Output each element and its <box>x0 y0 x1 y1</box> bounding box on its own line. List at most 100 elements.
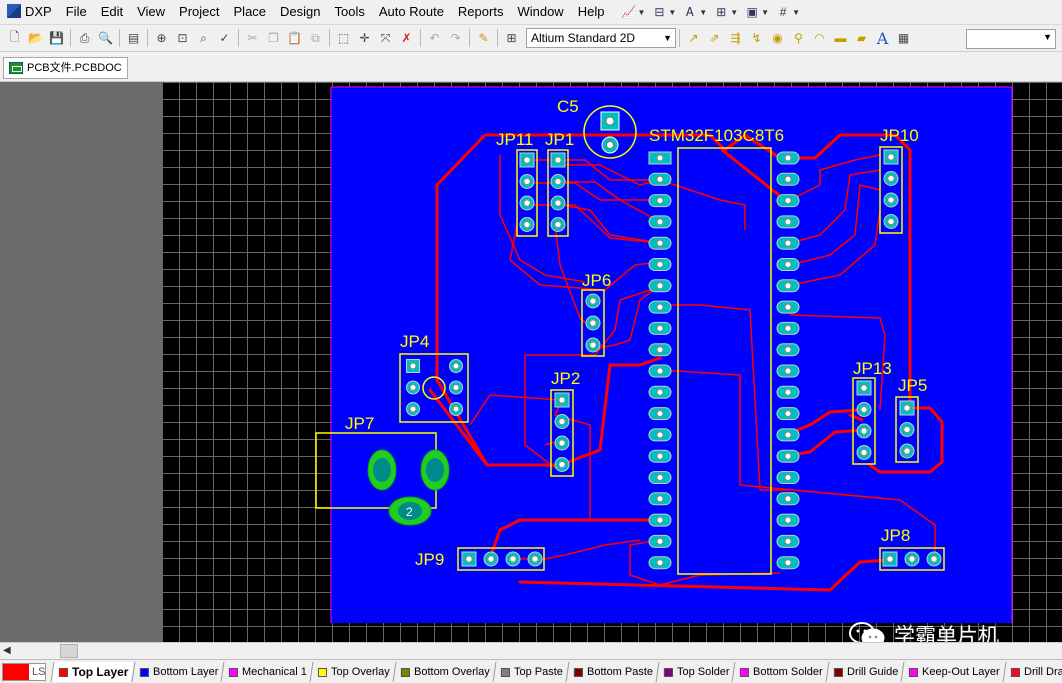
menu-tools[interactable]: Tools <box>328 1 372 23</box>
pad-hole <box>465 555 473 563</box>
jp8-pads[interactable] <box>882 551 942 567</box>
layer-color-swatch <box>500 667 510 676</box>
cross-probe-icon[interactable]: ✎ <box>473 28 494 48</box>
move-icon[interactable]: ✛ <box>354 28 375 48</box>
pad-hole <box>860 448 868 457</box>
pad-hole <box>656 239 664 247</box>
layer-tab[interactable]: Bottom Layer <box>131 661 224 682</box>
copy-icon[interactable]: ❐ <box>263 28 284 48</box>
browse-components-icon[interactable]: ⊞ <box>501 28 522 48</box>
layer-tab-label: Keep-Out Layer <box>922 665 1000 678</box>
menu-place[interactable]: Place <box>227 1 274 23</box>
pad-icon[interactable]: ◉ <box>767 28 788 48</box>
pad-hole <box>656 261 664 268</box>
chevron-down-icon[interactable]: ▼ <box>730 8 738 17</box>
jp7-pad-hole <box>426 458 444 482</box>
layer-tab[interactable]: Bottom Solder <box>731 661 829 682</box>
polygon-icon[interactable]: ▰ <box>851 28 872 48</box>
chevron-down-icon[interactable]: ▼ <box>699 8 707 17</box>
clear-filter-icon[interactable]: ✗ <box>396 28 417 48</box>
room-icon[interactable]: ▣ <box>741 2 763 22</box>
menu-view[interactable]: View <box>130 1 172 23</box>
fill-icon[interactable]: ▬ <box>830 28 851 48</box>
layer-color-swatch <box>59 667 69 676</box>
pcb-workspace[interactable]: C5 STM32F103C8T6 JP11 JP1 JP10 JP6 JP4 J… <box>0 82 1062 642</box>
zoom-filter-icon[interactable]: ✓ <box>214 28 235 48</box>
dxp-menu[interactable]: DXP <box>0 1 59 23</box>
menu-file[interactable]: File <box>59 1 94 23</box>
layer-tab[interactable]: Keep-Out Layer <box>900 661 1006 682</box>
text-icon[interactable]: Ꭺ <box>679 2 701 22</box>
menu-window[interactable]: Window <box>510 1 570 23</box>
layer-tab[interactable]: Drill Drawing <box>1002 661 1062 682</box>
layer-tab[interactable]: Bottom Overlay <box>392 661 496 682</box>
scroll-left-icon[interactable]: ◀ <box>3 645 11 656</box>
menu-reports[interactable]: Reports <box>451 1 511 23</box>
open-folder-icon[interactable]: 📂 <box>25 28 46 48</box>
align-icon[interactable]: ⊟ <box>648 2 670 22</box>
chart-icon[interactable]: 📈 <box>617 2 639 22</box>
pad-hole <box>784 261 792 268</box>
pad-hole <box>656 197 664 205</box>
menu-help[interactable]: Help <box>571 1 612 23</box>
chevron-down-icon[interactable]: ▼ <box>668 8 676 17</box>
save-icon[interactable]: 💾 <box>46 28 67 48</box>
layer-tab[interactable]: Mechanical 1 <box>220 661 313 682</box>
layer-tab[interactable]: Bottom Paste <box>565 661 659 682</box>
chevron-down-icon[interactable]: ▼ <box>792 8 800 17</box>
deselect-icon[interactable]: ⤧ <box>375 28 396 48</box>
pad-hole <box>523 156 531 164</box>
grid-icon[interactable]: # <box>772 2 794 22</box>
pad-hole <box>531 555 539 563</box>
component-icon[interactable]: ▦ <box>893 28 914 48</box>
paste-icon[interactable]: 📋 <box>284 28 305 48</box>
zoom-area-icon[interactable]: ⊡ <box>172 28 193 48</box>
new-file-icon[interactable]: 🗋 <box>4 28 25 48</box>
select-area-icon[interactable]: ⬚ <box>333 28 354 48</box>
document-icon[interactable]: ▤ <box>123 28 144 48</box>
zoom-selected-icon[interactable]: ⌕ <box>193 28 214 48</box>
pcb-board-drawing[interactable]: C5 STM32F103C8T6 JP11 JP1 JP10 JP6 JP4 J… <box>0 82 1062 642</box>
layer-color-swatch <box>909 667 919 676</box>
document-tab[interactable]: PCB文件.PCBDOC <box>3 57 128 79</box>
undo-icon[interactable]: ↶ <box>424 28 445 48</box>
current-layer-indicator[interactable]: LS <box>2 662 47 681</box>
redo-icon[interactable]: ↷ <box>445 28 466 48</box>
chevron-down-icon[interactable]: ▼ <box>761 8 769 17</box>
diff-pair-route-icon[interactable]: ⇗ <box>704 28 725 48</box>
menu-project[interactable]: Project <box>172 1 226 23</box>
layer-tab[interactable]: Top Overlay <box>309 661 396 682</box>
pad-hole <box>784 431 792 439</box>
pad-hole <box>656 410 664 418</box>
layer-tab[interactable]: Top Paste <box>492 661 569 682</box>
ruler-icon[interactable]: ⊞ <box>710 2 732 22</box>
layer-set-select[interactable]: ▼ <box>966 29 1056 49</box>
print-icon[interactable]: ⎙ <box>74 28 95 48</box>
rubber-stamp-icon[interactable]: ⧉ <box>305 28 326 48</box>
jp5-pads[interactable] <box>899 400 915 459</box>
dxp-label: DXP <box>25 4 52 19</box>
chevron-down-icon[interactable]: ▼ <box>637 8 645 17</box>
route-icon[interactable]: ↯ <box>746 28 767 48</box>
print-preview-icon[interactable]: 🔍 <box>95 28 116 48</box>
jp6-pads[interactable] <box>585 293 601 353</box>
layer-tab[interactable]: Top Layer <box>51 661 135 682</box>
scrollbar-thumb[interactable] <box>60 644 78 658</box>
multi-route-icon[interactable]: ⇶ <box>725 28 746 48</box>
layer-tab-label: Bottom Solder <box>753 665 823 678</box>
menu-design[interactable]: Design <box>273 1 327 23</box>
layer-tab[interactable]: Top Solder <box>655 661 735 682</box>
pad-hole <box>903 425 911 434</box>
interactive-route-icon[interactable]: ↗ <box>683 28 704 48</box>
pad-hole <box>558 439 566 447</box>
layer-tab[interactable]: Drill Guide <box>825 661 904 682</box>
horizontal-scrollbar[interactable]: ◀ <box>0 642 1062 659</box>
view-mode-select[interactable]: Altium Standard 2D ▼ <box>526 28 676 48</box>
arc-icon[interactable]: ◠ <box>809 28 830 48</box>
string-icon[interactable]: A <box>872 28 893 48</box>
menu-edit[interactable]: Edit <box>94 1 130 23</box>
zoom-fit-icon[interactable]: ⊕ <box>151 28 172 48</box>
via-icon[interactable]: ⚲ <box>788 28 809 48</box>
cut-icon[interactable]: ✂ <box>242 28 263 48</box>
menu-auto-route[interactable]: Auto Route <box>372 1 451 23</box>
